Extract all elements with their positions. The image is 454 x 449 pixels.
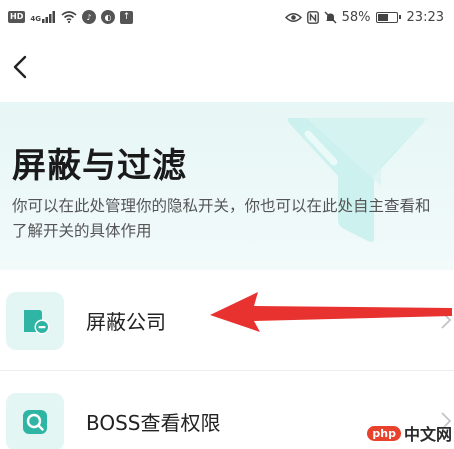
mute-icon (324, 11, 337, 23)
battery-icon (375, 11, 401, 23)
list-item-block-company[interactable]: 屏蔽公司 (0, 270, 454, 370)
nfc-icon (306, 10, 319, 24)
status-right: 58% 23:23 (284, 9, 444, 25)
back-button[interactable] (4, 48, 36, 86)
watermark-text: 中文网 (403, 425, 452, 444)
status-bar: HD 4G ♪ ◐ ↑ 58% 23:23 (0, 0, 454, 34)
nav-bar (0, 34, 454, 102)
upload-icon: ↑ (119, 10, 133, 24)
list-item-label: BOSS查看权限 (86, 411, 221, 435)
battery-level-fill (377, 13, 388, 21)
search-icon (6, 393, 64, 449)
network-type-label: 4G (30, 15, 41, 23)
status-time: 23:23 (406, 9, 444, 25)
status-left: HD 4G ♪ ◐ ↑ (8, 10, 133, 24)
signal-icon (41, 11, 55, 23)
hd-badge: HD (8, 11, 26, 23)
company-block-icon (6, 292, 64, 350)
music-icon: ♪ (81, 10, 96, 24)
globe-icon: ◐ (100, 10, 115, 24)
battery-percent: 58% (341, 9, 371, 25)
signal-indicator: 4G (30, 11, 56, 23)
hero-banner: 屏蔽与过滤 你可以在此处管理你的隐私开关，你也可以在此处自主查看和了解开关的具体… (0, 102, 454, 270)
wifi-icon (61, 11, 77, 23)
chevron-left-icon (13, 55, 27, 79)
watermark: php 中文网 (367, 421, 452, 445)
list-item-label: 屏蔽公司 (86, 310, 166, 334)
chevron-right-icon (441, 311, 452, 329)
page-description: 你可以在此处管理你的隐私开关，你也可以在此处自主查看和了解开关的具体作用 (12, 197, 431, 240)
watermark-badge: php (367, 425, 401, 441)
page-title: 屏蔽与过滤 (12, 146, 187, 186)
eye-icon (284, 12, 302, 22)
